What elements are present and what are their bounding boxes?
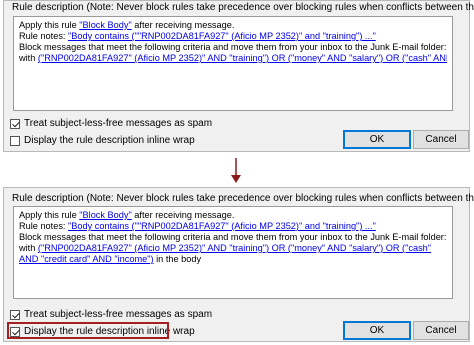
ok-button[interactable]: OK	[343, 130, 411, 149]
condition-link[interactable]: ("RNP002DA81FA927" (Aficio MP 2352)" AND…	[38, 53, 447, 63]
inline-wrap-label: Display the rule description inline wrap	[24, 135, 195, 146]
apply-rule-line: Apply this rule "Block Body" after recei…	[19, 210, 235, 220]
inline-wrap-checkbox[interactable]	[10, 135, 20, 146]
rule-description-box[interactable]: Apply this rule "Block Body" after recei…	[13, 206, 453, 299]
cancel-button[interactable]: Cancel	[413, 130, 469, 149]
treat-spam-option[interactable]: Treat subject-less-free messages as spam	[10, 118, 212, 129]
treat-spam-option[interactable]: Treat subject-less-free messages as spam	[10, 309, 212, 320]
rule-description-box[interactable]: Apply this rule "Block Body" after recei…	[13, 16, 453, 111]
rule-name-link[interactable]: "Block Body"	[79, 20, 131, 30]
cancel-button[interactable]: Cancel	[413, 321, 469, 340]
highlight-box	[7, 322, 169, 339]
apply-rule-line: Apply this rule "Block Body" after recei…	[19, 20, 235, 30]
treat-spam-checkbox[interactable]	[10, 309, 20, 320]
dialog-before: Rule description (Note: Never block rule…	[3, 0, 474, 152]
down-arrow-icon	[231, 158, 241, 183]
rule-name-link[interactable]: "Block Body"	[79, 210, 131, 220]
rule-notes-line: Rule notes: "Body contains (""RNP002DA81…	[19, 221, 376, 231]
rule-description-label: Rule description (Note: Never block rule…	[12, 2, 474, 13]
inline-wrap-option[interactable]: Display the rule description inline wrap	[10, 135, 195, 146]
rule-notes-line: Rule notes: "Body contains (""RNP002DA81…	[19, 31, 376, 41]
treat-spam-label: Treat subject-less-free messages as spam	[24, 118, 213, 129]
rule-notes-link[interactable]: "Body contains (""RNP002DA81FA927" (Afic…	[68, 221, 376, 231]
treat-spam-label: Treat subject-less-free messages as spam	[24, 309, 213, 320]
treat-spam-checkbox[interactable]	[10, 118, 20, 129]
block-criteria-line: Block messages that meet the following c…	[19, 232, 447, 242]
rule-description-label: Rule description (Note: Never block rule…	[12, 193, 474, 204]
with-condition-line: with ("RNP002DA81FA927" (Aficio MP 2352)…	[19, 53, 447, 64]
block-criteria-line: Block messages that meet the following c…	[19, 42, 447, 52]
ok-button[interactable]: OK	[343, 321, 411, 340]
rule-notes-link[interactable]: "Body contains (""RNP002DA81FA927" (Afic…	[68, 31, 376, 41]
with-condition-line: with ("RNP002DA81FA927" (Aficio MP 2352)…	[19, 243, 432, 264]
dialog-after: Rule description (Note: Never block rule…	[3, 187, 474, 342]
condition-link[interactable]: ("RNP002DA81FA927" (Aficio MP 2352)" AND…	[19, 243, 431, 264]
